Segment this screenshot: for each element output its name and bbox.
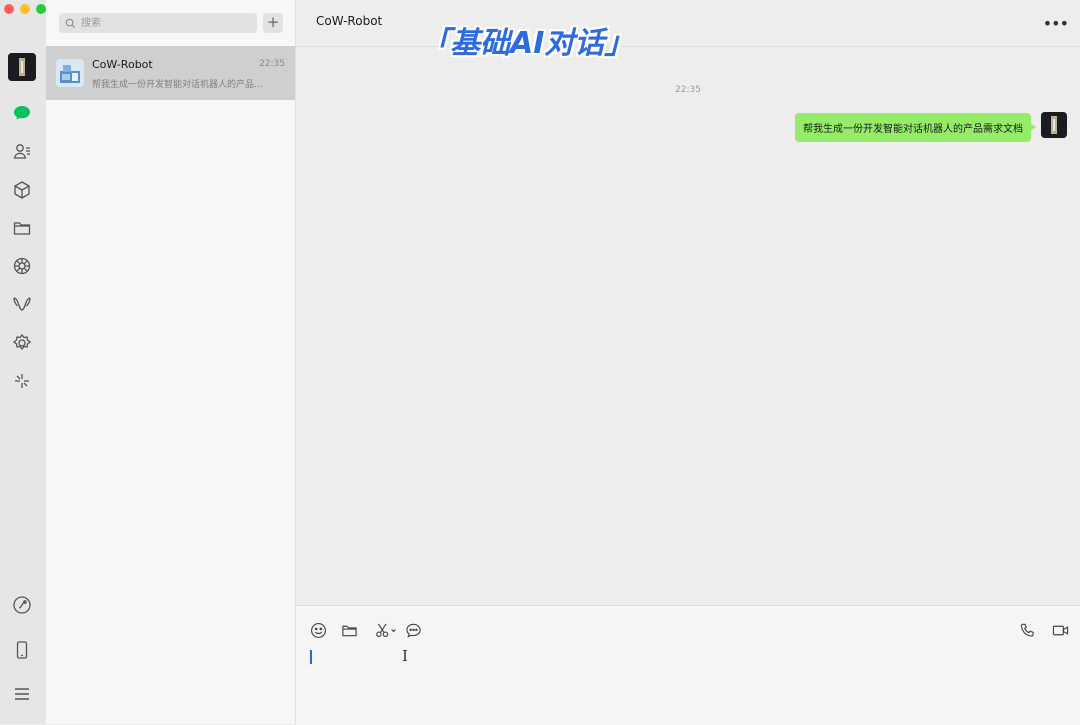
search-icon: [65, 18, 76, 28]
contacts-icon[interactable]: [9, 138, 35, 164]
chat-bubble-icon[interactable]: [403, 620, 423, 640]
channels-icon[interactable]: [9, 291, 35, 317]
emoji-icon[interactable]: [308, 620, 328, 640]
folder-icon[interactable]: [9, 215, 35, 241]
robot-avatar: [56, 59, 84, 87]
phone-icon[interactable]: [9, 637, 35, 663]
mini-programs-icon[interactable]: [9, 330, 35, 356]
moments-icon[interactable]: [9, 253, 35, 279]
chat-icon[interactable]: [9, 100, 35, 126]
more-options-button[interactable]: •••: [1043, 14, 1069, 33]
maximize-window-button[interactable]: [36, 4, 46, 14]
sidebar: [0, 0, 47, 724]
overlay-caption: 「基础AI对话」: [420, 26, 635, 61]
add-button[interactable]: +: [263, 13, 283, 33]
conversation-preview: 帮我生成一份开发智能对话机器人的产品...: [92, 80, 263, 90]
phone-call-icon[interactable]: [1017, 620, 1037, 640]
text-caret: [310, 650, 312, 664]
search-input[interactable]: [79, 16, 253, 30]
user-avatar[interactable]: [8, 53, 36, 81]
cube-icon[interactable]: [9, 177, 35, 203]
folder-icon[interactable]: [339, 620, 359, 640]
message-bubble[interactable]: 帮我生成一份开发智能对话机器人的产品需求文档: [795, 113, 1036, 142]
conversation-name: CoW-Robot: [92, 58, 153, 71]
sparkle-icon[interactable]: [9, 368, 35, 394]
search-box[interactable]: [59, 13, 257, 33]
minimize-window-button[interactable]: [20, 4, 30, 14]
chat-title: CoW-Robot: [316, 14, 383, 28]
video-call-icon[interactable]: [1050, 620, 1070, 640]
chat-header: CoW-Robot •••: [296, 0, 1080, 47]
mouse-ibeam-cursor: I: [402, 647, 408, 665]
message-composer: I: [296, 605, 1080, 725]
sender-avatar[interactable]: [1041, 112, 1067, 138]
message-timestamp: 22:35: [675, 85, 701, 95]
conversation-time: 22:35: [259, 59, 285, 69]
close-window-button[interactable]: [4, 4, 14, 14]
scissors-icon[interactable]: [373, 620, 399, 640]
menu-icon[interactable]: [9, 681, 35, 707]
chat-pane: CoW-Robot ••• 「基础AI对话」 22:35 帮我生成一份开发智能对…: [296, 0, 1080, 725]
window-controls: [4, 4, 46, 14]
list-item[interactable]: CoW-Robot 22:35 帮我生成一份开发智能对话机器人的产品...: [46, 46, 295, 100]
link-icon[interactable]: [9, 592, 35, 618]
conversation-list: + CoW-Robot 22:35 帮我生成一份开发智能对话机器人的产品...: [46, 0, 296, 724]
